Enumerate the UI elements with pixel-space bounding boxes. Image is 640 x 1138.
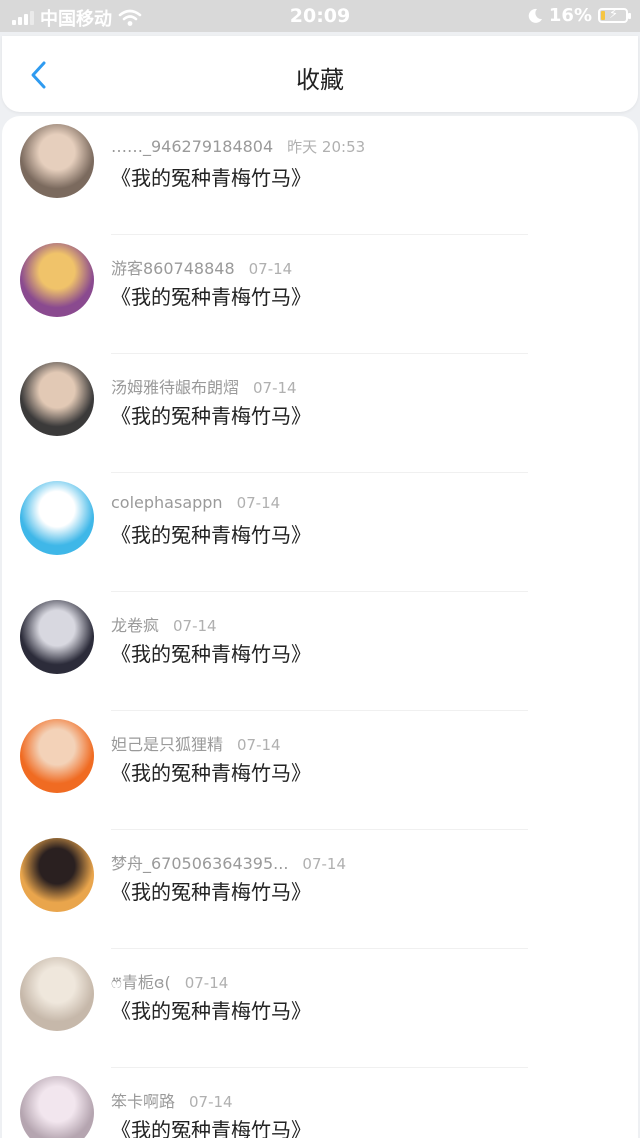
item-meta: 汤姆雅待龈布朗熠 07-14 (111, 374, 297, 398)
avatar[interactable] (20, 243, 94, 317)
chevron-left-icon[interactable] (24, 60, 54, 90)
item-meta: 梦舟_670506364395... 07-14 (111, 850, 346, 874)
list-item[interactable]: ……_946279184804 昨天 20:53 《我的冤种青梅竹马》 (2, 116, 638, 235)
list-item[interactable]: ෆ⃛青栀ɞ( 07-14 《我的冤种青梅竹马》 (2, 949, 638, 1068)
username[interactable]: 妲己是只狐狸精 (111, 735, 223, 754)
page-title: 收藏 (296, 66, 344, 94)
timestamp: 07-14 (237, 736, 281, 754)
item-meta: 游客860748848 07-14 (111, 255, 292, 279)
avatar[interactable] (20, 124, 94, 198)
timestamp: 07-14 (248, 260, 293, 278)
item-content[interactable]: 《我的冤种青梅竹马》 (111, 1114, 311, 1138)
nav-bar: 收藏 (2, 36, 638, 112)
status-right: 16% ⚡ (527, 5, 631, 26)
timestamp: 昨天 20:53 (287, 138, 366, 156)
avatar[interactable] (20, 362, 94, 436)
item-meta: ……_946279184804 昨天 20:53 (111, 136, 365, 157)
item-meta: colephasappn 07-14 (111, 493, 280, 512)
item-content[interactable]: 《我的冤种青梅竹马》 (111, 876, 311, 905)
avatar[interactable] (20, 719, 94, 793)
item-meta: 龙卷疯 07-14 (111, 612, 217, 636)
avatar[interactable] (20, 481, 94, 555)
favorites-list: ……_946279184804 昨天 20:53 《我的冤种青梅竹马》 游客86074… (2, 116, 638, 1138)
list-item[interactable]: 龙卷疯 07-14 《我的冤种青梅竹马》 (2, 592, 638, 711)
username[interactable]: 梦舟_670506364395... (111, 854, 288, 873)
item-meta: 妲己是只狐狸精 07-14 (111, 731, 281, 755)
timestamp: 07-14 (173, 617, 217, 635)
username[interactable]: 笨卡啊路 (111, 1092, 175, 1111)
timestamp: 07-14 (189, 1093, 233, 1111)
list-item[interactable]: 妲己是只狐狸精 07-14 《我的冤种青梅竹马》 (2, 711, 638, 830)
item-content[interactable]: 《我的冤种青梅竹马》 (111, 281, 311, 310)
timestamp: 07-14 (302, 855, 347, 873)
battery-charging-icon: ⚡ (598, 7, 631, 23)
moon-icon (528, 8, 542, 23)
status-bar: 中国移动 20:09 16% ⚡ (0, 0, 640, 32)
list-item[interactable]: 笨卡啊路 07-14 《我的冤种青梅竹马》 (2, 1068, 638, 1138)
avatar[interactable] (20, 600, 94, 674)
username[interactable]: ෆ⃛青栀ɞ( (111, 973, 171, 992)
timestamp: 07-14 (236, 494, 281, 512)
item-content[interactable]: 《我的冤种青梅竹马》 (111, 757, 311, 786)
item-meta: 笨卡啊路 07-14 (111, 1088, 233, 1112)
username[interactable]: 龙卷疯 (111, 616, 159, 635)
item-content[interactable]: 《我的冤种青梅竹马》 (111, 162, 311, 191)
item-content[interactable]: 《我的冤种青梅竹马》 (111, 400, 311, 429)
avatar[interactable] (20, 957, 94, 1031)
item-content[interactable]: 《我的冤种青梅竹马》 (111, 995, 311, 1024)
list-item[interactable]: 汤姆雅待龈布朗熠 07-14 《我的冤种青梅竹马》 (2, 354, 638, 473)
username[interactable]: 汤姆雅待龈布朗熠 (111, 378, 239, 397)
battery-percent: 16% (548, 5, 592, 26)
timestamp: 07-14 (253, 379, 297, 397)
item-meta: ෆ⃛青栀ɞ( 07-14 (111, 969, 228, 993)
list-item[interactable]: 游客860748848 07-14 《我的冤种青梅竹马》 (2, 235, 638, 354)
username[interactable]: ……_946279184804 (111, 137, 273, 156)
username[interactable]: 游客860748848 (111, 259, 235, 278)
item-content[interactable]: 《我的冤种青梅竹马》 (111, 519, 311, 548)
list-item[interactable]: 梦舟_670506364395... 07-14 《我的冤种青梅竹马》 (2, 830, 638, 949)
username[interactable]: colephasappn (111, 493, 223, 512)
timestamp: 07-14 (184, 974, 229, 992)
item-content[interactable]: 《我的冤种青梅竹马》 (111, 638, 311, 667)
avatar[interactable] (20, 1076, 94, 1138)
avatar[interactable] (20, 838, 94, 912)
list-item[interactable]: colephasappn 07-14 《我的冤种青梅竹马》 (2, 473, 638, 592)
